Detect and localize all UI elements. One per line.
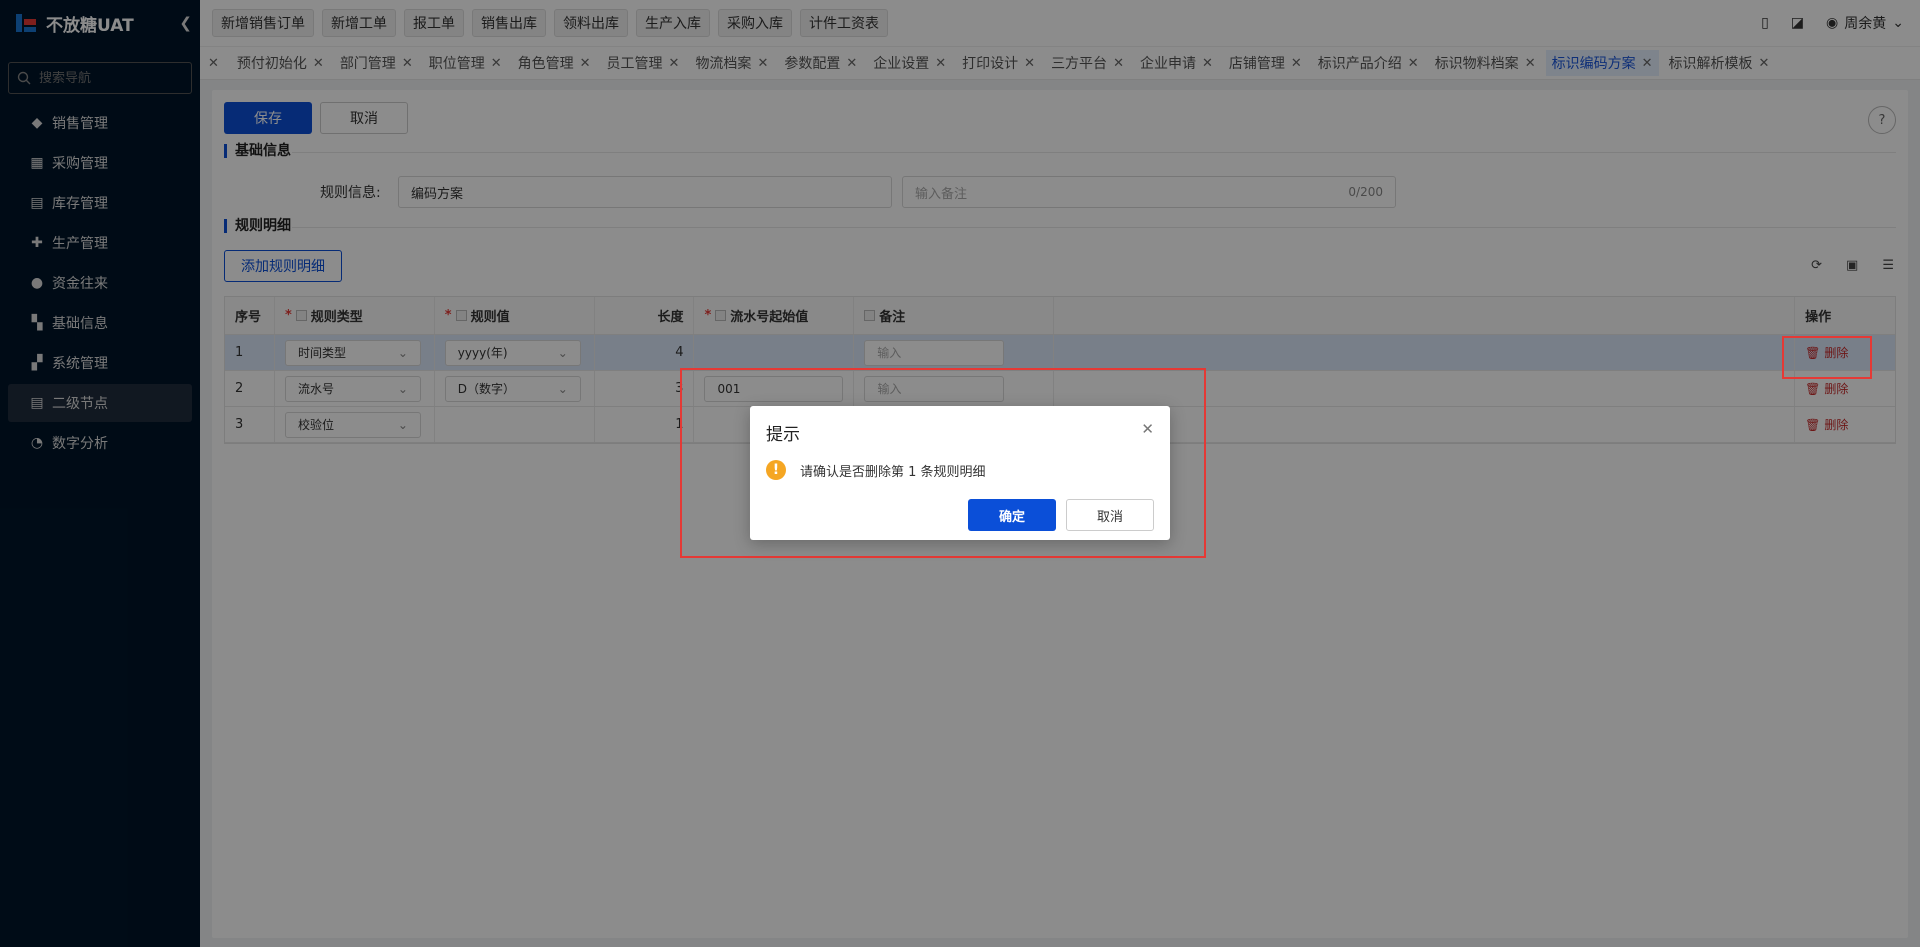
dialog-message: ! 请确认是否删除第 1 条规则明细 [766, 460, 986, 480]
highlight-delete-box [1782, 336, 1872, 379]
confirm-dialog: 提示 ✕ ! 请确认是否删除第 1 条规则明细 确定 取消 [750, 406, 1170, 540]
dialog-cancel-button[interactable]: 取消 [1066, 499, 1154, 531]
dialog-title: 提示 [766, 425, 800, 445]
confirm-button[interactable]: 确定 [968, 499, 1056, 531]
warning-icon: ! [766, 460, 786, 480]
dialog-message-text: 请确认是否删除第 1 条规则明细 [800, 464, 986, 480]
close-icon[interactable]: ✕ [1141, 420, 1154, 438]
